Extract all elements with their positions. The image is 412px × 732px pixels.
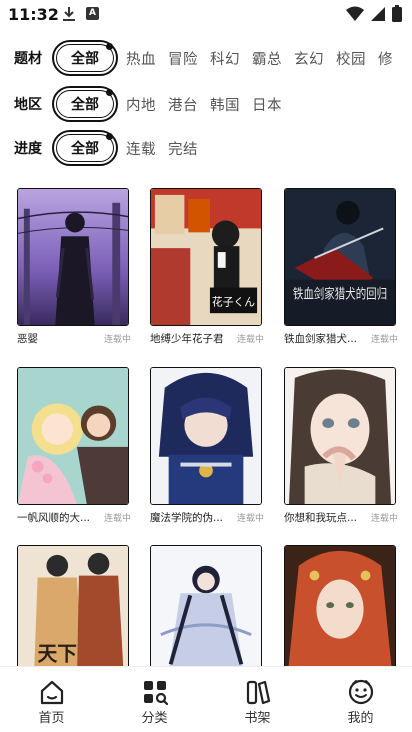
comic-cover: 铁血剑家猎犬的回归: [284, 188, 396, 326]
comic-title: 一帆风顺的大...: [17, 512, 91, 524]
comic-caption: 地缚少年花子君 连载中: [150, 331, 264, 346]
bottom-nav: 首页 分类 书架 我的: [0, 666, 412, 732]
comic-cover: [284, 367, 396, 505]
status-time: 11:32: [8, 5, 59, 24]
comic-caption: 你想和我玩点... 连载中: [284, 510, 398, 525]
nav-category-label: 分类: [141, 711, 168, 726]
a-badge-icon: A: [86, 7, 99, 20]
battery-icon: [392, 5, 402, 22]
comic-status: 连载中: [236, 335, 264, 345]
cover-text: 铁血剑家猎犬的回归: [293, 285, 387, 302]
comic-status: 连载中: [370, 335, 398, 345]
filter-row-genre: 题材 全部 热血 冒险 科幻 霸总 玄幻 校园 修: [0, 39, 412, 77]
home-icon: [40, 680, 63, 705]
comic-cover: [150, 545, 262, 683]
comic-caption: 魔法学院的伪... 连载中: [150, 510, 264, 525]
comic-card[interactable]: 恶婴 连载中: [17, 188, 131, 346]
genre-option[interactable]: 科幻: [210, 48, 240, 69]
filter-label-progress: 进度: [14, 141, 42, 157]
comic-title: 你想和我玩点...: [284, 512, 358, 524]
region-option[interactable]: 内地: [126, 94, 156, 115]
genre-option[interactable]: 霸总: [252, 48, 282, 69]
genre-option[interactable]: 修: [378, 48, 393, 69]
genre-option[interactable]: 冒险: [168, 48, 198, 69]
comic-title: 恶婴: [17, 333, 38, 345]
comic-card[interactable]: 你想和我玩点... 连载中: [284, 367, 398, 525]
filter-row-region: 地区 全部 内地 港台 韩国 日本: [0, 85, 412, 123]
bookshelf-icon: [246, 680, 270, 705]
status-indicators: [346, 5, 402, 22]
genre-option[interactable]: 玄幻: [294, 48, 324, 69]
comic-caption: 恶婴 连载中: [17, 331, 131, 346]
comic-cover: [150, 367, 262, 505]
cover-text: 天下: [38, 642, 77, 665]
nav-profile-label: 我的: [347, 711, 374, 726]
nav-category[interactable]: 分类: [103, 667, 206, 732]
cover-text: 花子くん: [212, 295, 255, 308]
comic-card[interactable]: 魔法学院的伪... 连载中: [150, 367, 264, 525]
comic-card[interactable]: 天下: [17, 545, 129, 683]
region-option[interactable]: 日本: [252, 94, 282, 115]
comic-cover: [284, 545, 396, 683]
genre-all-chip[interactable]: 全部: [52, 40, 118, 76]
selected-dot-icon: [106, 133, 113, 140]
comic-card[interactable]: 一帆风顺的大... 连载中: [17, 367, 131, 525]
comic-caption: 铁血剑家猎犬... 连载中: [284, 331, 398, 346]
category-icon: [143, 681, 168, 705]
progress-option[interactable]: 完结: [168, 138, 198, 159]
nav-bookshelf[interactable]: 书架: [206, 667, 309, 732]
comic-cover: [17, 188, 129, 326]
app-root: 11:32 A 题材 全部 热血 冒险 科幻 霸总 玄幻 校园 修 地区 全部 …: [0, 0, 412, 732]
progress-option[interactable]: 连载: [126, 138, 156, 159]
filter-label-genre: 题材: [14, 51, 42, 67]
wifi-icon: [346, 6, 364, 21]
comic-card[interactable]: 花子くん 地缚少年花子君 连载中: [150, 188, 264, 346]
comic-title: 铁血剑家猎犬...: [284, 333, 358, 345]
region-all-chip[interactable]: 全部: [52, 86, 118, 122]
comic-status: 连载中: [103, 514, 131, 524]
genre-option[interactable]: 热血: [126, 48, 156, 69]
status-bar: 11:32 A: [0, 0, 412, 30]
nav-bookshelf-label: 书架: [244, 711, 271, 726]
genre-option[interactable]: 校园: [336, 48, 366, 69]
selected-dot-icon: [106, 43, 113, 50]
nav-home[interactable]: 首页: [0, 667, 103, 732]
filter-row-progress: 进度 全部 连载 完结: [0, 129, 412, 167]
nav-home-label: 首页: [38, 711, 65, 726]
region-all-label: 全部: [56, 90, 114, 118]
comic-cover: [17, 367, 129, 505]
comic-status: 连载中: [370, 514, 398, 524]
download-icon: [63, 7, 75, 21]
signal-icon: [371, 6, 385, 21]
comic-title: 魔法学院的伪...: [150, 512, 224, 524]
comic-card[interactable]: [150, 545, 262, 683]
genre-all-label: 全部: [56, 44, 114, 72]
comic-card[interactable]: [284, 545, 396, 683]
selected-dot-icon: [106, 89, 113, 96]
nav-profile[interactable]: 我的: [309, 667, 412, 732]
comic-status: 连载中: [236, 514, 264, 524]
progress-all-chip[interactable]: 全部: [52, 130, 118, 166]
profile-icon: [348, 679, 373, 705]
region-option[interactable]: 港台: [168, 94, 198, 115]
comic-cover: 天下: [17, 545, 129, 683]
progress-all-label: 全部: [56, 134, 114, 162]
comic-status: 连载中: [103, 335, 131, 345]
comic-caption: 一帆风顺的大... 连载中: [17, 510, 131, 525]
comic-title: 地缚少年花子君: [150, 333, 224, 345]
comic-cover: 花子くん: [150, 188, 262, 326]
filter-label-region: 地区: [14, 97, 42, 113]
comic-card[interactable]: 铁血剑家猎犬的回归 铁血剑家猎犬... 连载中: [284, 188, 398, 346]
region-option[interactable]: 韩国: [210, 94, 240, 115]
